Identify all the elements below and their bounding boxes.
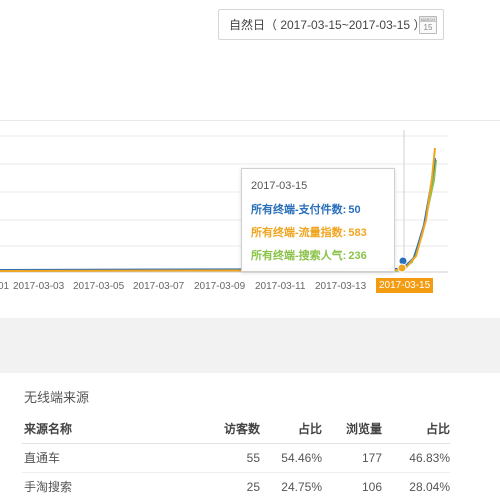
col-header-visitors[interactable]: 访客数: [172, 415, 260, 444]
tooltip-value: 583: [348, 227, 367, 239]
x-tick-label-active: 2017-03-15: [376, 278, 434, 293]
cell-pageview-ratio: 46.83%: [382, 443, 450, 473]
tooltip-row-pay: 所有终端-支付件数: 50: [251, 201, 394, 217]
col-header-pageview-ratio[interactable]: 占比: [382, 415, 450, 444]
section-title: 无线端来源: [24, 390, 90, 405]
x-tick-label: 2017-03-05: [73, 281, 125, 292]
mobile-source-section: 无线端来源 来源名称 访客数 占比 浏览量 占比 直通车 55 54.46% 1…: [0, 373, 500, 500]
cell-source-name: 直通车: [22, 443, 172, 473]
col-header-pageviews[interactable]: 浏览量: [322, 415, 382, 444]
x-tick-label: 01: [0, 281, 10, 292]
cell-pageview-ratio: 28.04%: [382, 472, 450, 500]
tooltip-value: 236: [348, 250, 367, 262]
tooltip-value: 50: [348, 204, 361, 216]
table-header-row: 来源名称 访客数 占比 浏览量 占比: [22, 415, 450, 444]
tooltip-label: 所有终端-支付件数:: [251, 204, 347, 216]
cell-pageviews: 177: [322, 443, 382, 473]
x-tick-label: 2017-03-11: [255, 281, 306, 292]
tooltip-label: 所有终端-搜索人气:: [251, 250, 347, 262]
cell-pageviews: 106: [322, 472, 382, 500]
trend-chart: [0, 130, 448, 273]
x-tick-label: 2017-03-03: [13, 281, 65, 292]
source-table: 来源名称 访客数 占比 浏览量 占比 直通车 55 54.46% 177 46.…: [22, 415, 450, 500]
tooltip-row-traffic: 所有终端-流量指数: 583: [251, 224, 394, 240]
section-divider-band: [0, 318, 500, 373]
x-tick-label: 2017-03-09: [194, 281, 246, 292]
cell-source-name: 手淘搜索: [22, 472, 172, 500]
col-header-visitor-ratio[interactable]: 占比: [260, 415, 322, 444]
tooltip-date: 2017-03-15: [251, 180, 308, 192]
chart-tooltip: 2017-03-15 所有终端-支付件数: 50 所有终端-流量指数: 583 所有…: [241, 168, 395, 272]
tooltip-label: 所有终端-流量指数:: [251, 227, 347, 239]
table-row[interactable]: 手淘搜索 25 24.75% 106 28.04%: [22, 472, 450, 500]
point-traffic: [397, 263, 407, 273]
x-tick-label: 2017-03-07: [133, 281, 185, 292]
col-header-source[interactable]: 来源名称: [22, 415, 172, 444]
cell-visitors: 55: [172, 443, 260, 473]
table-row[interactable]: 直通车 55 54.46% 177 46.83%: [22, 443, 450, 473]
tooltip-row-search: 所有终端-搜索人气: 236: [251, 247, 394, 263]
cell-visitors: 25: [172, 472, 260, 500]
x-tick-label: 2017-03-13: [315, 281, 367, 292]
cell-visitor-ratio: 54.46%: [260, 443, 322, 473]
cell-visitor-ratio: 24.75%: [260, 472, 322, 500]
